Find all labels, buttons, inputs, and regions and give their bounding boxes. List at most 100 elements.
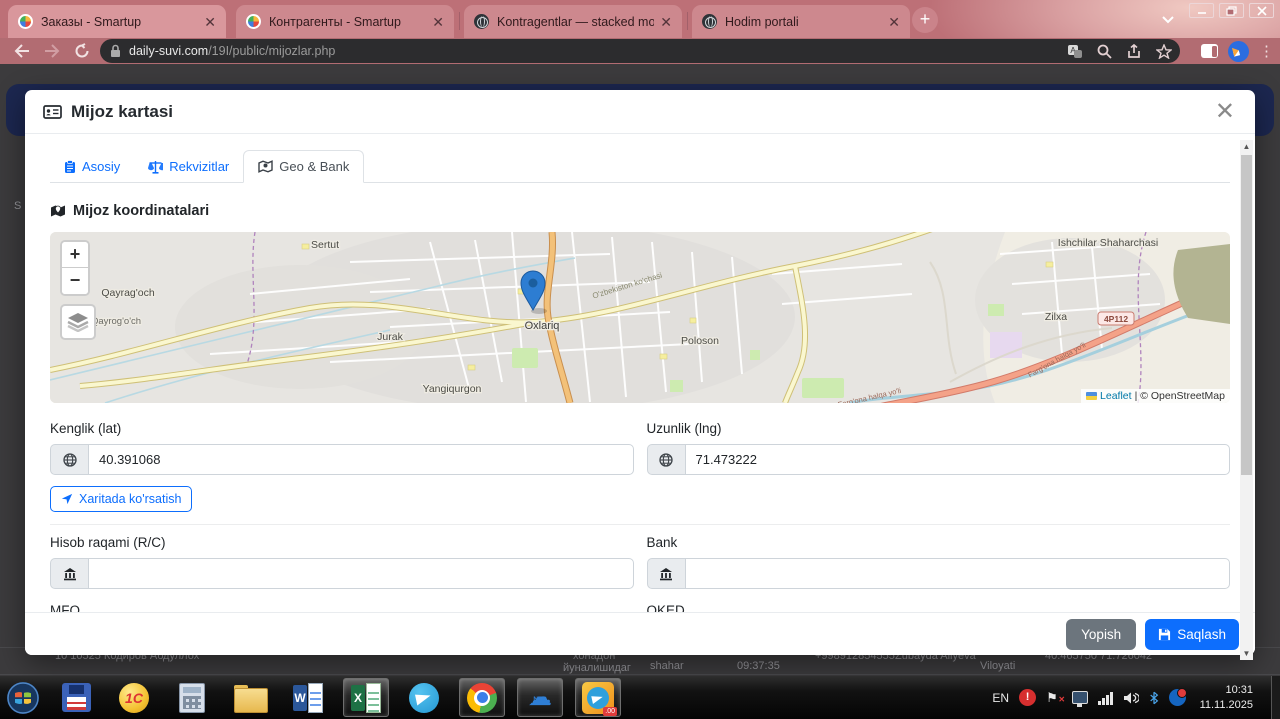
minimize-button[interactable] (1189, 3, 1214, 18)
bank-label: Bank (646, 535, 678, 550)
address-bar[interactable]: daily-suvi.com/19I/public/mijozlar.php A (100, 39, 1180, 63)
signal-bars-icon[interactable] (1098, 691, 1113, 705)
back-button[interactable] (12, 41, 32, 61)
browser-tab-3[interactable]: Kontragentlar — stacked modal ( ✕ (464, 5, 682, 38)
lng-input[interactable] (684, 444, 1230, 475)
lng-field-group: Uzunlik (lng) (646, 421, 1230, 475)
tab-rekvizitlar[interactable]: Rekvizitlar (134, 150, 243, 183)
account-field-group: Hisob raqami (R/C) (50, 535, 634, 589)
leaflet-link[interactable]: Leaflet (1100, 390, 1132, 402)
taskbar-excel-app[interactable]: X (343, 678, 389, 717)
tab-close-icon[interactable]: ✕ (432, 15, 444, 29)
show-desktop-button[interactable] (1271, 676, 1280, 719)
tab-label: Geo & Bank (279, 159, 350, 174)
zoom-out-button[interactable]: − (62, 268, 88, 294)
ntc-cloud-icon: ☁ NTC (528, 683, 552, 711)
lat-input[interactable] (88, 444, 634, 475)
smartup-favicon (18, 14, 33, 29)
app-notification-tray-icon[interactable] (1168, 688, 1187, 706)
excel-icon: X (351, 682, 381, 713)
osm-attribution: | © OpenStreetMap (1134, 390, 1225, 402)
forward-button[interactable] (42, 41, 62, 61)
bluetooth-icon[interactable] (1149, 690, 1159, 706)
background-row-line (0, 674, 1280, 675)
taskbar-calculator-app[interactable] (169, 678, 215, 717)
taskbar-ntc-app[interactable]: ☁ NTC (517, 678, 563, 717)
chrome-icon (467, 682, 497, 713)
svg-text:Qayrag'och: Qayrag'och (101, 287, 155, 299)
smartup-favicon (246, 14, 261, 29)
floppy-app-icon (61, 683, 91, 712)
zoom-in-button[interactable]: + (62, 242, 88, 268)
browser-tab-4[interactable]: Hodim portali ✕ (692, 5, 910, 38)
modal-scrollbar[interactable]: ▲ ▼ (1240, 140, 1253, 660)
network-pc-icon[interactable] (1072, 691, 1089, 707)
tab-close-icon[interactable]: ✕ (888, 15, 900, 29)
close-button[interactable]: Yopish (1066, 618, 1137, 650)
show-on-map-button[interactable]: Xaritada ko'rsatish (50, 486, 193, 512)
taskbar-1c-app[interactable]: 1С (111, 678, 157, 717)
close-window-button[interactable] (1249, 3, 1274, 18)
bank-field-group: Bank (646, 535, 1230, 589)
profile-avatar[interactable] (1228, 40, 1249, 62)
new-tab-button[interactable]: + (912, 7, 938, 33)
svg-text:Oxlariq: Oxlariq (525, 320, 560, 332)
lat-field-group: Kenglik (lat) (50, 421, 634, 475)
map-layers-button[interactable] (60, 304, 96, 340)
browser-tab-strip: Заказы - Smartup ✕ Контрагенты - Smartup… (0, 0, 1280, 38)
translate-icon[interactable]: A (1067, 44, 1083, 59)
bookmark-star-icon[interactable] (1156, 43, 1172, 59)
browser-tab-1[interactable]: Заказы - Smartup ✕ (8, 5, 226, 38)
action-center-flag-icon[interactable]: ⚑ (1046, 690, 1065, 708)
road-number-badge: 4P112 (1097, 311, 1135, 326)
alert-tray-icon[interactable]: ! (1019, 689, 1037, 706)
language-indicator[interactable]: EN (992, 691, 1009, 705)
svg-text:Zilxa: Zilxa (1045, 311, 1067, 323)
account-label: Hisob raqami (R/C) (50, 535, 166, 550)
bank-input[interactable] (684, 558, 1230, 589)
1c-app-icon: 1С (119, 682, 149, 713)
tab-asosiy[interactable]: Asosiy (50, 150, 134, 183)
section-title: Mijoz koordinatalari (73, 203, 210, 219)
browser-tab-2[interactable]: Контрагенты - Smartup ✕ (236, 5, 454, 38)
tray-time: 10:31 (1225, 683, 1253, 696)
scrollbar-thumb[interactable] (1241, 155, 1252, 475)
bank-icon (50, 558, 88, 589)
svg-text:Ishchilar Shaharchasi: Ishchilar Shaharchasi (1058, 237, 1158, 249)
tab-search-chevron-icon[interactable] (1156, 8, 1180, 32)
svg-text:Yangiqurgon: Yangiqurgon (423, 383, 482, 395)
refresh-button[interactable] (72, 41, 92, 61)
taskbar-chrome-app[interactable] (459, 678, 505, 717)
scroll-down-arrow[interactable]: ▼ (1240, 647, 1253, 660)
taskbar-floppy-app[interactable] (53, 678, 99, 717)
url-text: daily-suvi.com/19I/public/mijozlar.php (129, 44, 336, 58)
save-button[interactable]: Saqlash (1145, 618, 1239, 650)
window-controls (1189, 3, 1274, 18)
save-floppy-icon (1159, 628, 1171, 640)
modal-close-icon[interactable]: ✕ (1215, 99, 1235, 124)
volume-icon[interactable] (1123, 691, 1139, 705)
taskbar-word-app[interactable]: W (285, 678, 331, 717)
tab-geo-bank[interactable]: Geo & Bank (243, 150, 365, 183)
modal-header: Mijoz kartasi ✕ (25, 90, 1255, 134)
account-input[interactable] (88, 558, 634, 589)
background-text: shahar (650, 660, 684, 672)
zoom-search-icon[interactable] (1097, 44, 1112, 59)
map-marked-icon (51, 205, 65, 217)
leaflet-map[interactable]: Sertut Qayrag'och Qayrog'o'ch Jurak Oxla… (50, 232, 1230, 403)
restore-button[interactable] (1219, 3, 1244, 18)
tab-close-icon[interactable]: ✕ (660, 15, 672, 29)
section-heading: Mijoz koordinatalari (50, 203, 1230, 219)
scroll-up-arrow[interactable]: ▲ (1240, 140, 1253, 153)
clock[interactable]: 10:31 11.11.2025 (1200, 683, 1253, 713)
start-button[interactable] (5, 680, 41, 716)
tab-close-icon[interactable]: ✕ (204, 15, 216, 29)
globe-icon (646, 444, 685, 475)
side-panel-icon[interactable] (1201, 44, 1218, 58)
taskbar-telegram-orange-app[interactable]: .00 (575, 678, 621, 717)
taskbar-explorer-app[interactable] (227, 678, 273, 717)
taskbar-telegram-app[interactable] (401, 678, 447, 717)
tab-separator (687, 12, 688, 30)
share-icon[interactable] (1126, 43, 1142, 59)
menu-kebab-icon[interactable]: ⋮ (1259, 42, 1274, 60)
